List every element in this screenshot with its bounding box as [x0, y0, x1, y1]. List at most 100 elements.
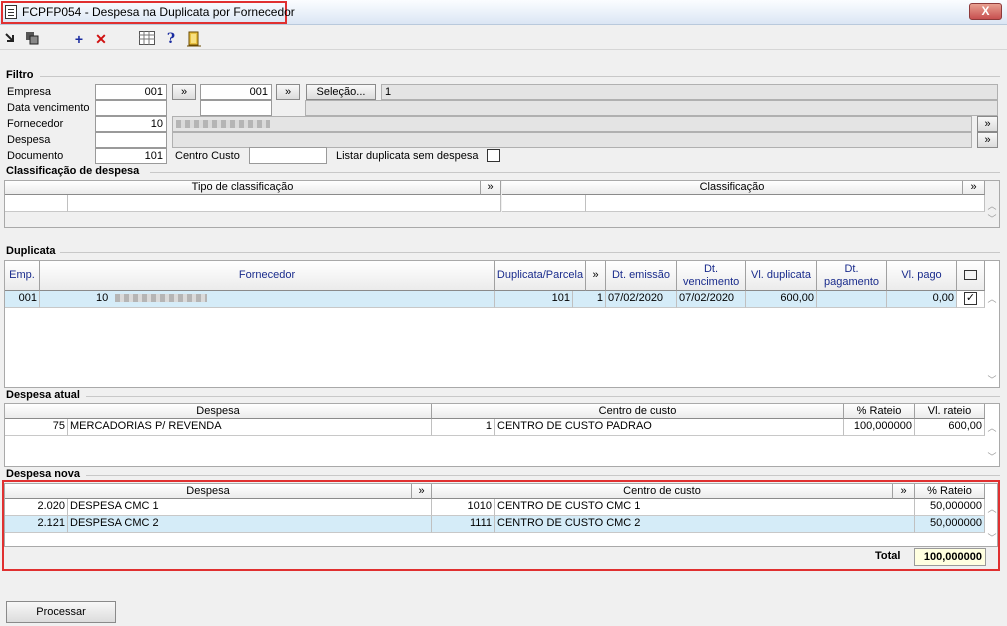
despesa-nova-rateio-cell: 50,000000 — [915, 499, 985, 516]
documento-label: Documento — [7, 150, 64, 162]
scroll-up-icon[interactable]: ︿ — [986, 294, 998, 304]
despesa-atual-rateio-cell: 100,000000 — [844, 419, 915, 436]
despesa-nova-cc-desc-cell: CENTRO DE CUSTO CMC 2 — [495, 516, 915, 533]
despesa-atual-vl-rateio-header: Vl. rateio — [915, 404, 985, 419]
total-label: Total — [875, 550, 901, 562]
scroll-up-icon[interactable]: ︿ — [986, 423, 998, 433]
empresa-from-input[interactable]: 001 — [95, 84, 167, 100]
duplicata-dt-pagamento-cell — [817, 291, 887, 308]
document-icon — [5, 5, 17, 19]
despesa-atual-despesa-header: Despesa — [5, 404, 432, 419]
processar-button[interactable]: Processar — [6, 601, 116, 623]
duplicata-dt-emissao-cell: 07/02/2020 — [606, 291, 677, 308]
window-title: FCPFP054 - Despesa na Duplicata por Forn… — [22, 5, 295, 19]
despesa-atual-cod-cell: 75 — [5, 419, 68, 436]
col-duplicata-parcela-header: Duplicata/Parcela — [495, 261, 586, 291]
close-button[interactable]: X — [969, 3, 1002, 20]
despesa-nova-cc-header: Centro de custo — [432, 484, 893, 499]
classificacao-cell[interactable] — [586, 195, 985, 212]
col-emp-header: Emp. — [5, 261, 40, 291]
copy-icon[interactable] — [24, 31, 40, 47]
empresa-to-lookup-button[interactable]: » — [276, 84, 300, 100]
scroll-down-icon[interactable]: ﹀ — [986, 214, 998, 224]
grid-icon[interactable] — [139, 31, 155, 47]
despesa-input[interactable] — [95, 132, 167, 148]
despesa-nova-desc-cell: DESPESA CMC 2 — [68, 516, 432, 533]
despesa-atual-cc-cod-cell: 1 — [432, 419, 495, 436]
despesa-lookup-button[interactable]: » — [977, 132, 998, 148]
fornecedor-name-field — [172, 116, 972, 132]
despesa-atual-desc-cell: MERCADORIAS P/ REVENDA — [68, 419, 432, 436]
fornecedor-label: Fornecedor — [7, 118, 64, 130]
despesa-atual-cc-desc-cell: CENTRO DE CUSTO PADRAO — [495, 419, 844, 436]
export-icon[interactable] — [3, 31, 19, 47]
despesa-atual-cc-header: Centro de custo — [432, 404, 844, 419]
despesa-nova-despesa-lookup-button[interactable]: » — [412, 484, 432, 499]
help-icon[interactable]: ? — [163, 31, 179, 47]
despesa-nova-cc-desc-cell: CENTRO DE CUSTO CMC 1 — [495, 499, 915, 516]
duplicata-vl-duplicata-cell: 600,00 — [746, 291, 817, 308]
despesa-name-field — [172, 132, 972, 148]
data-vencimento-from-input[interactable] — [95, 100, 167, 116]
classificacao-lookup-button[interactable]: » — [963, 181, 985, 195]
col-dt-emissao-header: Dt. emissão — [606, 261, 677, 291]
duplicata-fornecedor-code: 10 — [96, 292, 109, 304]
scroll-down-icon[interactable]: ﹀ — [986, 452, 998, 462]
empresa-from-lookup-button[interactable]: » — [172, 84, 196, 100]
despesa-nova-cod-cell: 2.020 — [5, 499, 68, 516]
despesa-nova-cc-cod-cell: 1010 — [432, 499, 495, 516]
duplicata-dt-vencimento-cell: 07/02/2020 — [677, 291, 746, 308]
col-dt-vencimento-header: Dt. vencimento — [677, 261, 746, 291]
duplicata-lookup-button[interactable]: » — [586, 261, 606, 291]
col-vl-duplicata-header: Vl. duplicata — [746, 261, 817, 291]
despesa-nova-cc-cod-cell: 1111 — [432, 516, 495, 533]
total-value: 100,000000 — [914, 548, 986, 566]
despesa-nova-section-label: Despesa nova — [6, 468, 83, 480]
tipo-classificacao-lookup-button[interactable]: » — [481, 181, 501, 195]
scroll-up-icon[interactable]: ︿ — [986, 201, 998, 211]
data-vencimento-info-field — [305, 100, 998, 116]
despesa-atual-rateio-header: % Rateio — [844, 404, 915, 419]
despesa-nova-desc-cell: DESPESA CMC 1 — [68, 499, 432, 516]
despesa-nova-cc-lookup-button[interactable]: » — [893, 484, 915, 499]
scroll-up-icon[interactable]: ︿ — [986, 504, 998, 514]
despesa-nova-rateio-header: % Rateio — [915, 484, 985, 499]
exit-icon[interactable] — [186, 31, 202, 47]
col-dt-pagamento-header: Dt. pagamento — [817, 261, 887, 291]
documento-input[interactable]: 101 — [95, 148, 167, 164]
fornecedor-lookup-button[interactable]: » — [977, 116, 998, 132]
empresa-to-input[interactable]: 001 — [200, 84, 272, 100]
classificacao-section-label: Classificação de despesa — [6, 165, 143, 177]
despesa-nova-cod-cell: 2.121 — [5, 516, 68, 533]
despesa-nova-despesa-header: Despesa — [5, 484, 412, 499]
listar-sem-despesa-label: Listar duplicata sem despesa — [336, 150, 479, 162]
classificacao-header: Classificação — [502, 181, 963, 195]
duplicata-parcela-cell: 1 — [573, 291, 606, 308]
empresa-label: Empresa — [7, 86, 52, 98]
duplicata-row-checkbox[interactable]: ✓ — [957, 291, 985, 308]
duplicata-fornecedor-cell: 10 — [40, 291, 495, 308]
listar-sem-despesa-checkbox[interactable] — [487, 149, 500, 162]
selecao-button[interactable]: Seleção... — [306, 84, 376, 100]
classificacao-cell[interactable] — [68, 195, 501, 212]
classificacao-cell[interactable] — [5, 195, 68, 212]
data-vencimento-to-input[interactable] — [200, 100, 272, 116]
centro-custo-label: Centro Custo — [175, 150, 240, 162]
duplicata-emp-cell: 001 — [5, 291, 40, 308]
classificacao-cell[interactable] — [502, 195, 586, 212]
tipo-classificacao-header: Tipo de classificação — [5, 181, 481, 195]
delete-icon[interactable]: ✕ — [93, 31, 109, 47]
fornecedor-input[interactable]: 10 — [95, 116, 167, 132]
scroll-down-icon[interactable]: ﹀ — [986, 533, 998, 543]
col-vl-pago-header: Vl. pago — [887, 261, 957, 291]
despesa-label: Despesa — [7, 134, 51, 146]
duplicata-numero-cell: 101 — [495, 291, 573, 308]
select-all-header[interactable] — [957, 261, 985, 291]
duplicata-vl-pago-cell: 0,00 — [887, 291, 957, 308]
centro-custo-input[interactable] — [249, 147, 327, 164]
scroll-down-icon[interactable]: ﹀ — [986, 375, 998, 385]
despesa-atual-section-label: Despesa atual — [6, 389, 83, 401]
data-vencimento-label: Data vencimento — [7, 102, 90, 114]
add-icon[interactable]: + — [71, 31, 87, 47]
despesa-atual-vl-rateio-cell: 600,00 — [915, 419, 985, 436]
